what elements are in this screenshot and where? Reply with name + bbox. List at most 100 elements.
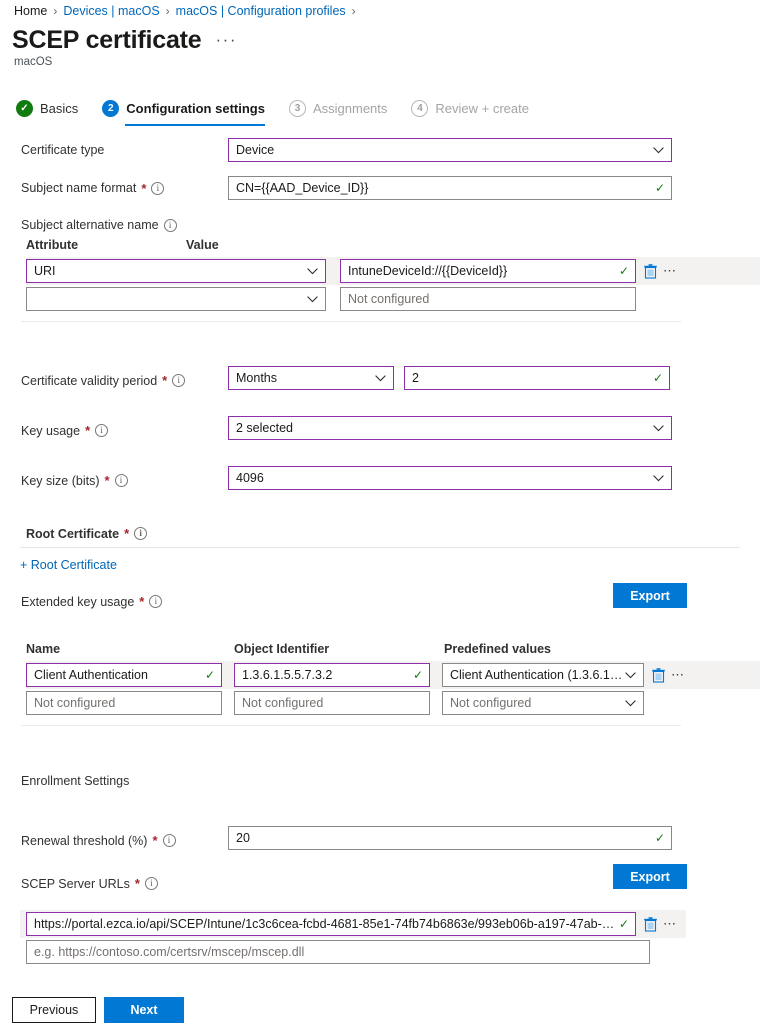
valid-check-icon: ✓ [654, 831, 665, 845]
info-icon[interactable]: i [134, 527, 148, 540]
certificate-type-dropdown[interactable]: Device [228, 138, 672, 162]
scep-certificate-wizard-page: Home › Devices | macOS › macOS | Configu… [0, 0, 760, 1031]
root-certificate-label: Root Certificate * i [0, 526, 760, 541]
wizard-step-basics[interactable]: ✓ Basics [16, 100, 92, 126]
step-complete-icon: ✓ [16, 100, 33, 117]
chevron-down-icon [305, 267, 319, 275]
row-actions: ⋯ [636, 263, 677, 279]
section-extended-key-usage: Extended key usage * i Export [0, 583, 760, 624]
breadcrumb-item-configuration-profiles[interactable]: macOS | Configuration profiles [176, 4, 346, 18]
previous-button[interactable]: Previous [12, 997, 96, 1023]
renewal-threshold-value: 20 [236, 831, 250, 845]
wizard-step-assignments[interactable]: 3 Assignments [288, 100, 401, 126]
san-attribute-dropdown-empty[interactable] [26, 287, 326, 311]
scep-url-input[interactable]: https://portal.ezca.io/api/SCEP/Intune/1… [26, 912, 636, 936]
info-icon[interactable]: i [114, 474, 128, 487]
required-marker: * [139, 594, 145, 609]
row-actions: ⋯ [644, 667, 685, 683]
table-row: URI IntuneDeviceId://{{DeviceId}} ✓ ⋯ [26, 257, 760, 285]
section-root-certificate: Root Certificate * i + Root Certificate [0, 526, 760, 572]
eku-predefined-dropdown[interactable]: Client Authentication (1.3.6.1.... [442, 663, 644, 687]
export-eku-button[interactable]: Export [613, 583, 687, 608]
breadcrumb: Home › Devices | macOS › macOS | Configu… [14, 4, 356, 18]
field-key-size: Key size (bits) * i 4096 [0, 440, 760, 490]
export-eku-wrapper: Export [613, 583, 687, 608]
export-scep-urls-wrapper: Export [613, 864, 687, 889]
san-value-input-empty[interactable]: Not configured [340, 287, 636, 311]
table-row: Not configured Not configured Not config… [26, 689, 760, 717]
san-value-placeholder: Not configured [348, 292, 430, 306]
wizard-step-label: Assignments [312, 101, 388, 116]
info-icon[interactable]: i [95, 424, 109, 437]
wizard-step-configuration-settings[interactable]: 2 Configuration settings [102, 100, 279, 126]
eku-oid-input-empty[interactable]: Not configured [234, 691, 430, 715]
eku-name-input-empty[interactable]: Not configured [26, 691, 222, 715]
field-certificate-validity-period: Certificate validity period * i Months 2… [0, 322, 760, 390]
subject-alternative-name-label: Subject alternative name i [0, 218, 177, 232]
required-marker: * [104, 473, 110, 488]
info-icon[interactable]: i [144, 877, 158, 890]
eku-oid-placeholder: Not configured [242, 696, 324, 710]
delete-row-icon[interactable] [644, 263, 657, 279]
eku-oid-input[interactable]: 1.3.6.1.5.5.7.3.2 ✓ [234, 663, 430, 687]
breadcrumb-item-devices-macos[interactable]: Devices | macOS [63, 4, 159, 18]
san-value-input[interactable]: IntuneDeviceId://{{DeviceId}} ✓ [340, 259, 636, 283]
wizard-step-label: Review + create [435, 101, 529, 116]
wizard-step-review-create[interactable]: 4 Review + create [411, 100, 543, 126]
info-icon[interactable]: i [151, 181, 165, 195]
certificate-type-label: Certificate type [21, 143, 105, 157]
chevron-down-icon [651, 474, 665, 482]
row-actions: ⋯ [636, 916, 677, 932]
eku-predefined-dropdown-empty[interactable]: Not configured [442, 691, 644, 715]
table-row: https://portal.ezca.io/api/SCEP/Intune/1… [20, 910, 686, 938]
more-options-icon[interactable]: ··· [216, 30, 237, 53]
field-subject-name-format: Subject name format * i CN={{AAD_Device_… [0, 164, 760, 212]
validity-period-unit-dropdown[interactable]: Months [228, 366, 394, 390]
san-value: IntuneDeviceId://{{DeviceId}} [348, 264, 508, 278]
eku-predefined-placeholder: Not configured [450, 696, 532, 710]
column-header-attribute: Attribute [26, 238, 79, 252]
subject-name-format-input[interactable]: CN={{AAD_Device_ID}} ✓ [228, 176, 672, 200]
chevron-down-icon [623, 671, 637, 679]
table-row: Client Authentication ✓ 1.3.6.1.5.5.7.3.… [26, 661, 760, 689]
renewal-threshold-input[interactable]: 20 ✓ [228, 826, 672, 850]
san-attribute-dropdown[interactable]: URI [26, 259, 326, 283]
enrollment-settings-heading: Enrollment Settings [21, 774, 130, 788]
info-icon[interactable]: i [162, 834, 176, 847]
column-header-predefined-values: Predefined values [444, 642, 551, 656]
valid-check-icon: ✓ [204, 668, 215, 682]
eku-name-input[interactable]: Client Authentication ✓ [26, 663, 222, 687]
delete-row-icon[interactable] [652, 667, 665, 683]
page-title: SCEP certificate [12, 26, 202, 54]
field-key-usage: Key usage * i 2 selected [0, 390, 760, 440]
scep-url-value: https://portal.ezca.io/api/SCEP/Intune/1… [34, 917, 615, 931]
key-size-dropdown[interactable]: 4096 [228, 466, 672, 490]
add-root-certificate-link[interactable]: + Root Certificate [0, 558, 760, 572]
valid-check-icon: ✓ [618, 917, 629, 931]
scep-url-input-empty[interactable]: e.g. https://contoso.com/certsrv/mscep/m… [26, 940, 650, 964]
valid-check-icon: ✓ [618, 264, 629, 278]
export-scep-urls-button[interactable]: Export [613, 864, 687, 889]
subject-alternative-name-table: Attribute Value URI IntuneDeviceId://{{D… [0, 238, 760, 322]
configuration-settings-form: Certificate type Device Subject name for… [0, 136, 760, 966]
row-more-options-icon[interactable]: ⋯ [671, 668, 685, 681]
chevron-down-icon [305, 295, 319, 303]
table-row: Not configured [26, 285, 760, 313]
info-icon[interactable]: i [172, 374, 186, 387]
subject-name-format-label: Subject name format * i [0, 181, 228, 196]
breadcrumb-item-home[interactable]: Home [14, 4, 47, 18]
validity-period-amount-input[interactable]: 2 ✓ [404, 366, 670, 390]
key-usage-dropdown[interactable]: 2 selected [228, 416, 672, 440]
section-scep-server-urls: SCEP Server URLs * i Export [0, 864, 760, 904]
info-icon[interactable]: i [149, 595, 163, 608]
delete-row-icon[interactable] [644, 916, 657, 932]
next-button[interactable]: Next [104, 997, 184, 1023]
row-more-options-icon[interactable]: ⋯ [663, 264, 677, 277]
chevron-down-icon [651, 424, 665, 432]
step-number-badge: 3 [288, 100, 306, 117]
required-marker: * [141, 180, 147, 196]
row-more-options-icon[interactable]: ⋯ [663, 917, 677, 930]
info-icon[interactable]: i [163, 218, 177, 232]
chevron-down-icon [651, 146, 665, 154]
step-number-badge: 2 [102, 100, 120, 117]
